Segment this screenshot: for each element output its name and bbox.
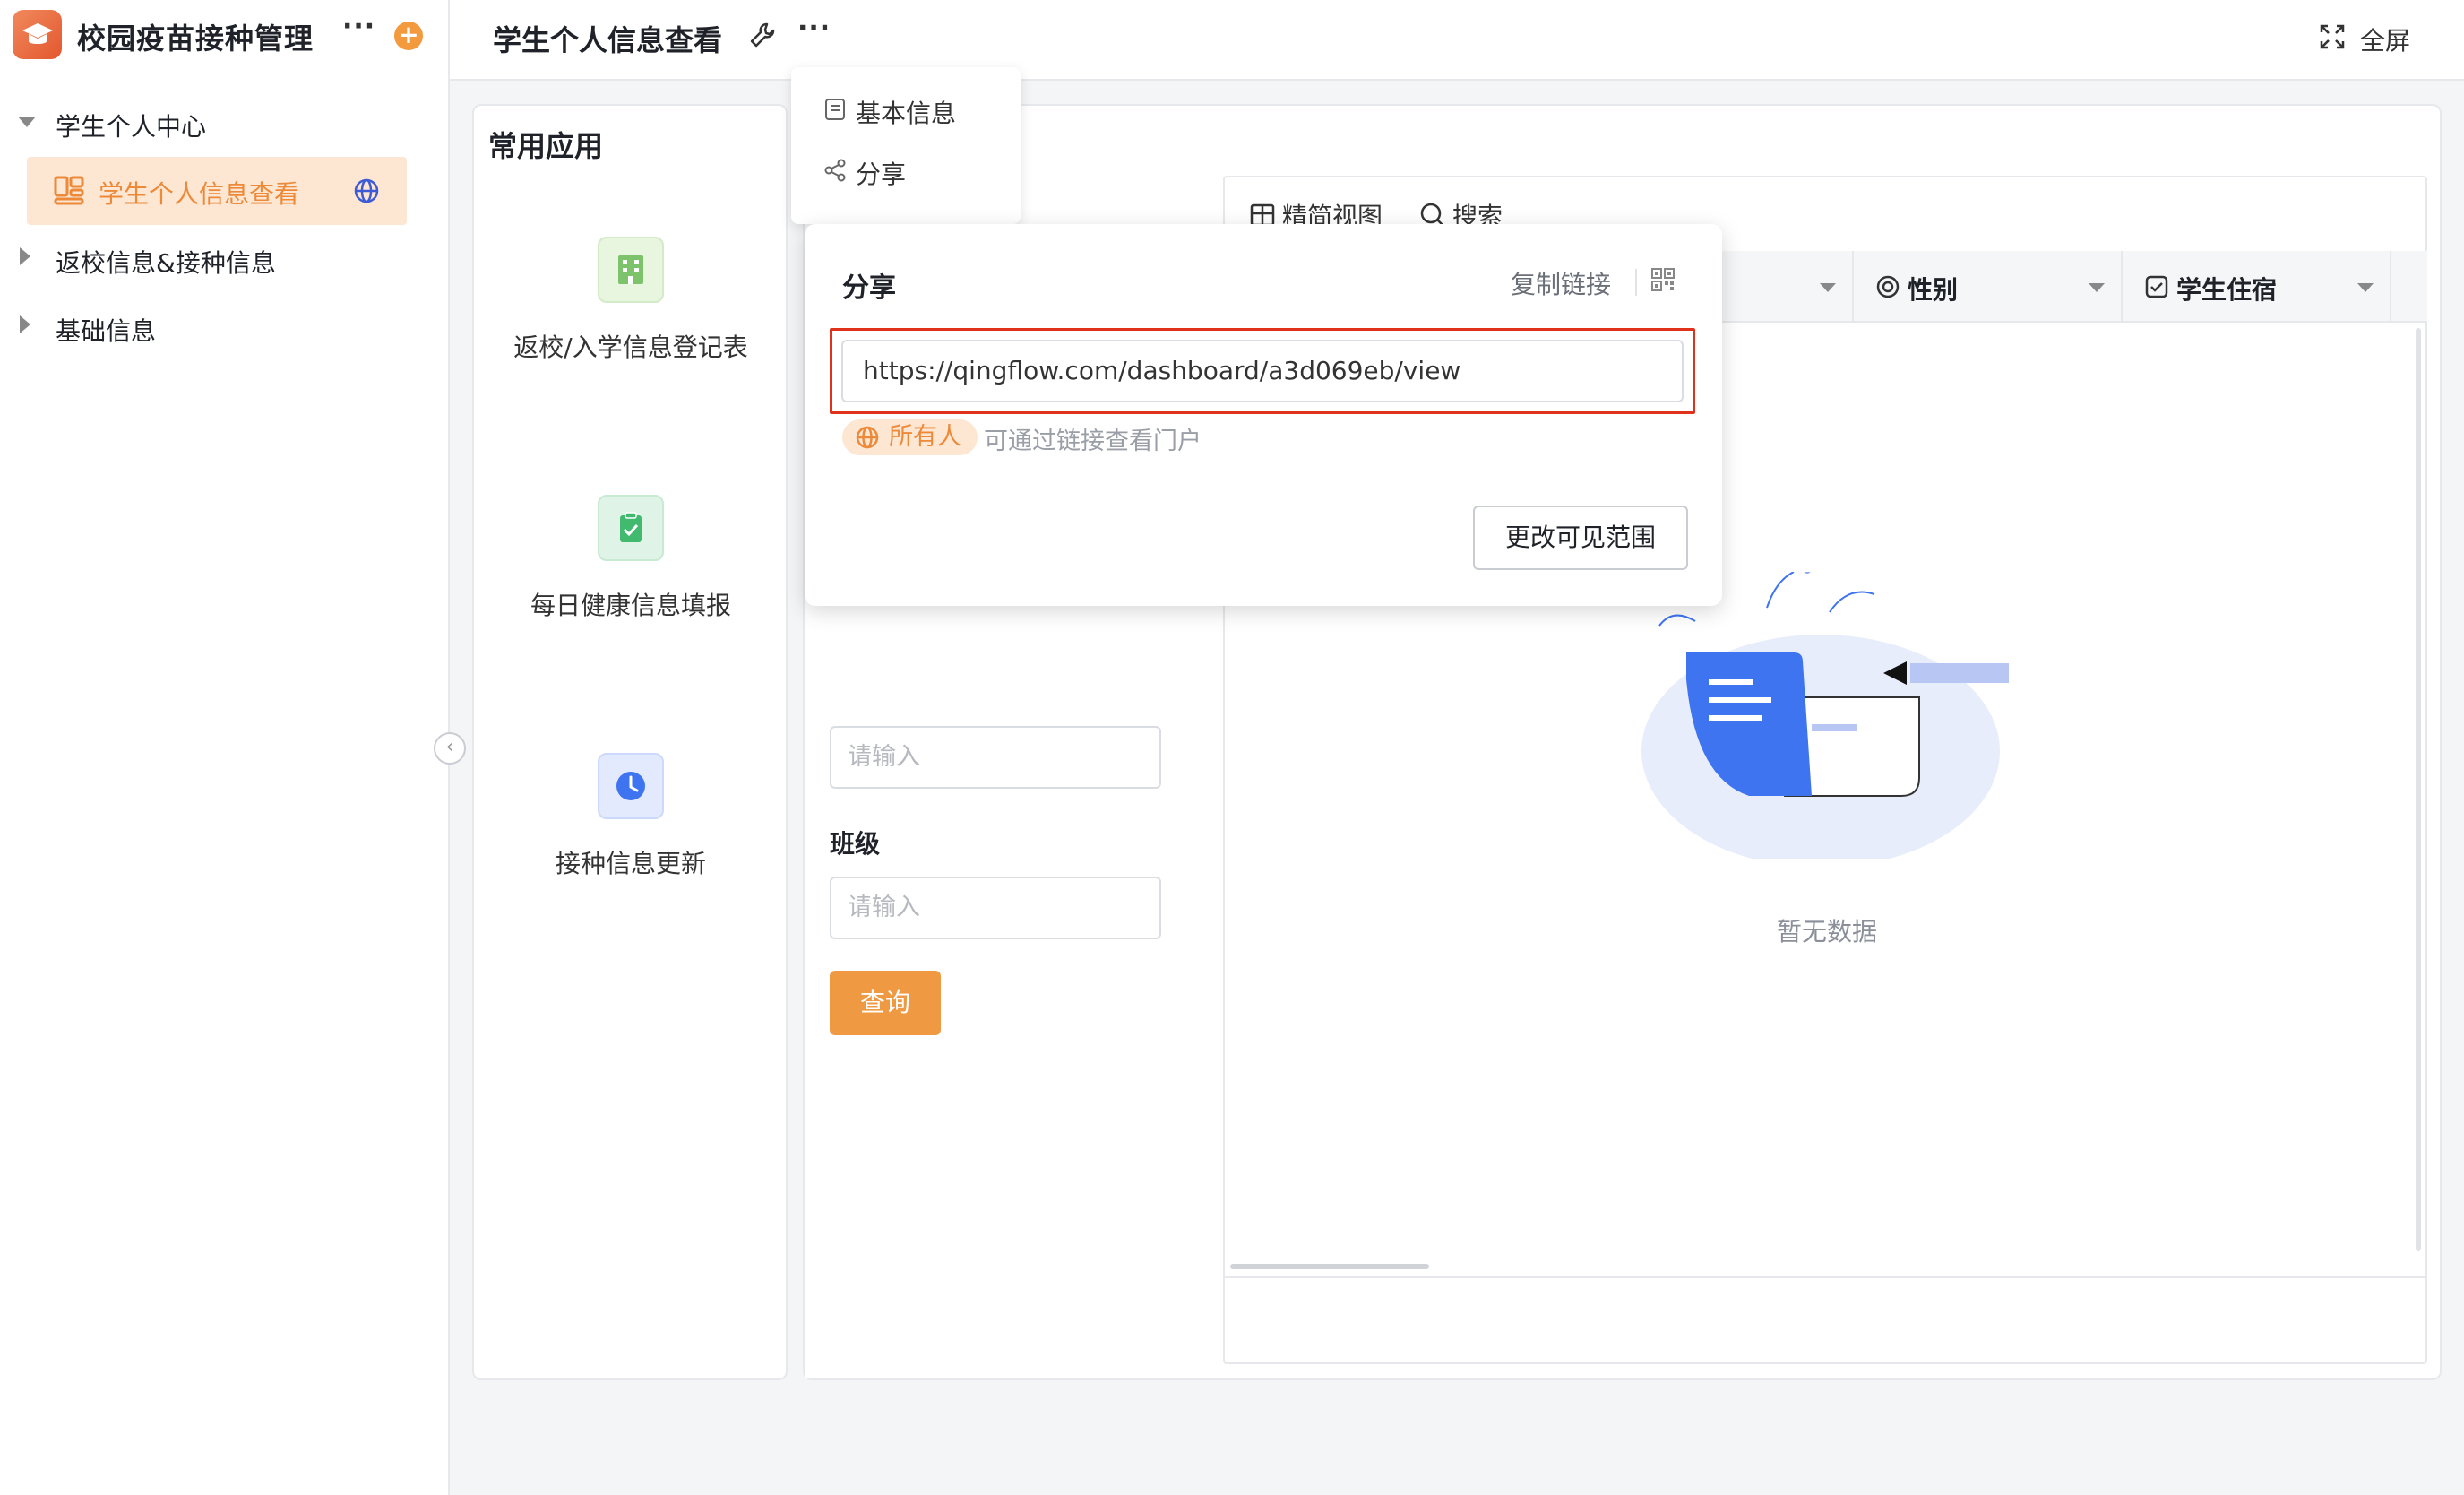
app-title: 校园疫苗接种管理	[77, 22, 314, 56]
tree-item-label: 学生个人信息查看	[99, 179, 300, 209]
globe-icon[interactable]	[352, 177, 381, 205]
caret-right-icon[interactable]	[20, 247, 30, 265]
expand-icon	[2320, 24, 2345, 49]
menu-item-label: 分享	[856, 160, 907, 189]
column-label: 学生住宿	[2176, 275, 2278, 305]
radio-icon	[1876, 275, 1900, 298]
document-icon	[825, 99, 845, 120]
change-visibility-button[interactable]: 更改可见范围	[1473, 506, 1688, 570]
fullscreen-button[interactable]: 全屏	[2320, 22, 2410, 57]
divider	[1635, 269, 1637, 296]
checkbox-icon	[2145, 275, 2168, 298]
header-more-button[interactable]: ···	[797, 13, 831, 44]
caret-right-icon[interactable]	[20, 315, 30, 333]
column-header-gender[interactable]: 性别	[1852, 251, 2121, 323]
clipboard-check-icon	[598, 495, 664, 561]
sidebar: 校园疫苗接种管理 ··· + 学生个人中心 学生个人信息查看 返校信息&接种信息…	[0, 0, 450, 1495]
visibility-badge: 所有人	[842, 419, 978, 455]
common-apps-panel: 常用应用 返校/入学信息登记表 每日健康信息填报 接种信息更新	[472, 104, 788, 1380]
class-input[interactable]: 请输入	[830, 877, 1161, 939]
column-menu-icon[interactable]	[2089, 283, 2105, 292]
sidebar-collapse-button[interactable]: ‹	[434, 732, 466, 765]
vertical-scrollbar[interactable]	[2416, 328, 2421, 1251]
app-card-label: 每日健康信息填报	[530, 591, 731, 620]
filter-input[interactable]: 请输入	[830, 726, 1161, 789]
share-icon	[824, 159, 846, 182]
app-card-label: 返校/入学信息登记表	[513, 333, 748, 362]
sidebar-header: 校园疫苗接种管理 ··· +	[0, 0, 448, 72]
url-highlight: https://qingflow.com/dashboard/a3d069eb/…	[830, 328, 1695, 414]
globe-icon	[856, 426, 879, 449]
app-card-return-register[interactable]: 返校/入学信息登记表	[474, 237, 788, 364]
wrench-icon[interactable]	[749, 22, 776, 48]
empty-illustration	[1641, 572, 2009, 859]
class-label: 班级	[830, 829, 881, 859]
share-popover: 分享 复制链接 https://qingflow.com/dashboard/a…	[805, 224, 1722, 606]
page-title: 学生个人信息查看	[493, 23, 723, 57]
building-icon	[598, 237, 664, 303]
table-footer-divider	[1225, 1276, 2425, 1278]
app-card-vaccine-update[interactable]: 接种信息更新	[474, 753, 788, 880]
share-title: 分享	[842, 272, 896, 304]
menu-item-label: 基本信息	[856, 99, 957, 128]
query-button[interactable]: 查询	[830, 971, 941, 1035]
tree-item-basic-info[interactable]: 基础信息	[56, 312, 156, 348]
app-card-label: 接种信息更新	[555, 849, 706, 878]
horizontal-scrollbar[interactable]	[1230, 1264, 1429, 1269]
common-apps-title: 常用应用	[488, 129, 604, 163]
column-menu-icon[interactable]	[2357, 283, 2374, 292]
sidebar-more-button[interactable]: ···	[342, 11, 375, 42]
column-menu-icon[interactable]	[1820, 283, 1836, 292]
top-header: 学生个人信息查看 ··· 全屏	[450, 0, 2464, 81]
empty-state-text: 暂无数据	[1776, 917, 1877, 946]
tree-item-student-center[interactable]: 学生个人中心	[56, 108, 206, 143]
caret-down-icon[interactable]	[18, 117, 36, 127]
share-url-input[interactable]: https://qingflow.com/dashboard/a3d069eb/…	[841, 340, 1684, 402]
copy-link-button[interactable]: 复制链接	[1511, 265, 1611, 301]
tree-item-return-vaccine[interactable]: 返校信息&接种信息	[56, 244, 276, 280]
app-logo-icon	[13, 10, 62, 59]
visibility-description: 可通过链接查看门户	[984, 428, 1202, 455]
add-button[interactable]: +	[394, 22, 423, 50]
column-header-spacer	[2390, 251, 2427, 323]
app-card-daily-health[interactable]: 每日健康信息填报	[474, 495, 788, 622]
column-label: 性别	[1908, 275, 1959, 305]
dashboard-icon	[54, 176, 84, 205]
qrcode-icon[interactable]	[1650, 267, 1676, 292]
tree-item-student-info-view[interactable]: 学生个人信息查看	[27, 157, 407, 225]
fullscreen-label: 全屏	[2359, 26, 2410, 56]
clock-icon	[598, 753, 664, 819]
app-root: 校园疫苗接种管理 ··· + 学生个人中心 学生个人信息查看 返校信息&接种信息…	[0, 0, 2464, 1495]
badge-label: 所有人	[889, 423, 961, 451]
column-header-dorm[interactable]: 学生住宿	[2121, 251, 2390, 323]
more-menu: 基本信息 分享	[791, 67, 1021, 224]
